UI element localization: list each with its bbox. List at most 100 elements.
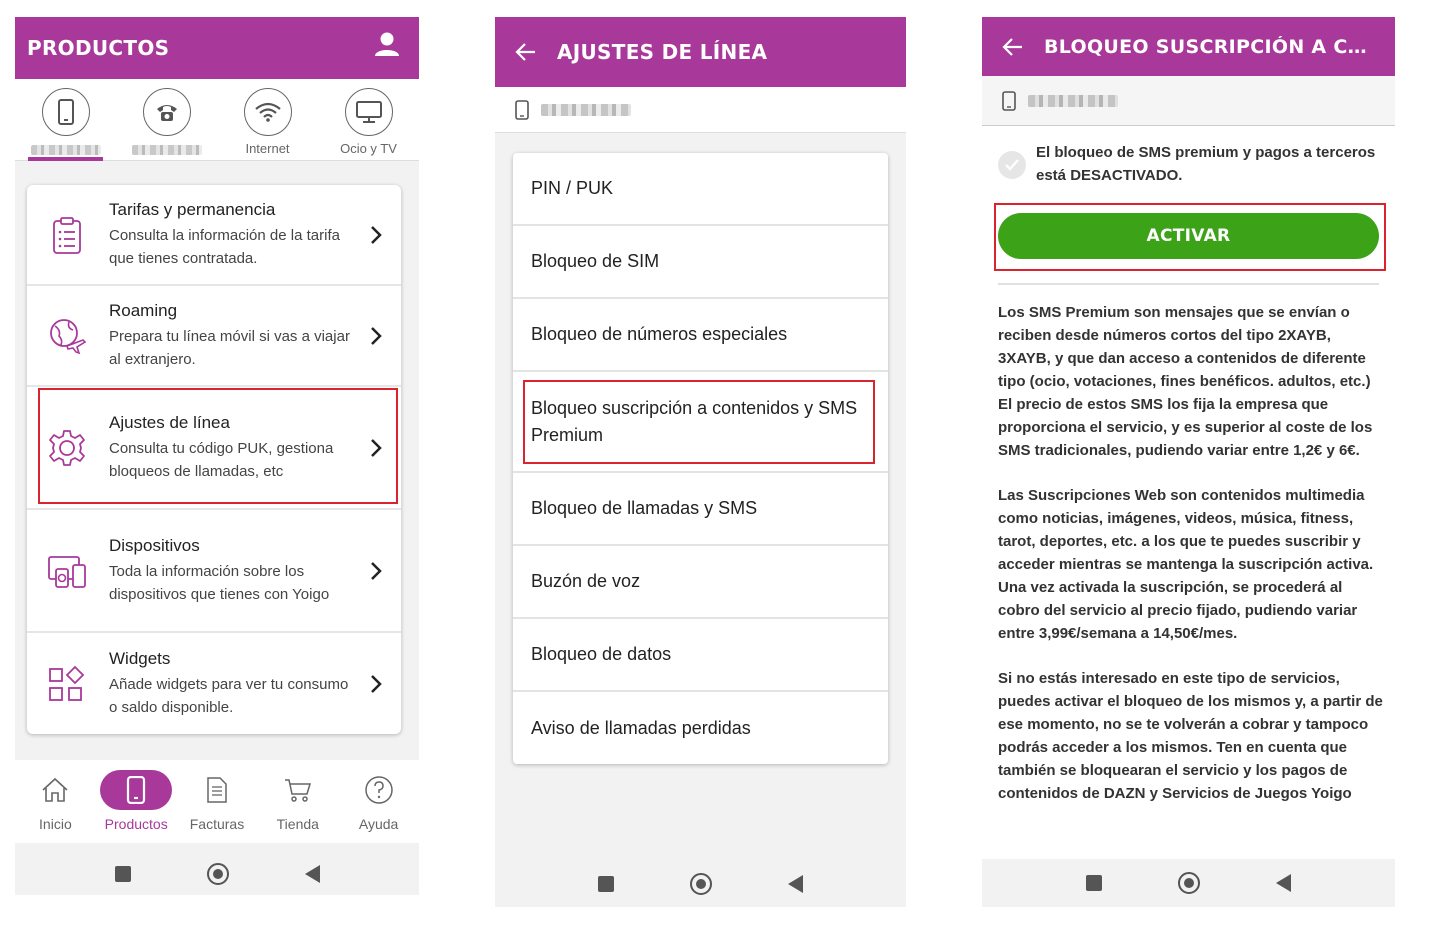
clipboard-icon: [53, 216, 81, 254]
app-bar: PRODUCTOS: [15, 17, 419, 79]
mobile-icon: [127, 776, 146, 804]
menu-item-tarifas[interactable]: Tarifas y permanencia Consulta la inform…: [27, 185, 401, 286]
home-button-icon[interactable]: [206, 863, 229, 885]
app-bar: AJUSTES DE LÍNEA: [495, 17, 906, 87]
phone-icon: [156, 105, 177, 121]
menu-item-pin-puk[interactable]: PIN / PUK: [513, 153, 888, 226]
menu-item-bloqueo-numeros-especiales[interactable]: Bloqueo de números especiales: [513, 299, 888, 372]
user-icon[interactable]: [373, 30, 401, 58]
chevron-right-icon: [371, 561, 382, 580]
gear-icon: [49, 429, 85, 466]
menu-item-bloqueo-suscripcion[interactable]: Bloqueo suscripción a contenidos y SMS P…: [513, 372, 888, 473]
products-menu: Tarifas y permanencia Consulta la inform…: [27, 185, 401, 734]
invoice-icon: [207, 777, 227, 803]
item-title: Widgets: [109, 648, 171, 668]
divider: [998, 283, 1379, 285]
redacted-number: [1028, 94, 1118, 107]
menu-item-aviso-llamadas[interactable]: Aviso de llamadas perdidas: [513, 692, 888, 764]
mobile-icon: [1002, 90, 1016, 111]
monitor-icon: [355, 101, 382, 123]
nav-label: Facturas: [189, 816, 245, 832]
nav-label: Tienda: [276, 816, 319, 832]
item-description: Toda la información sobre los dispositiv…: [109, 562, 330, 603]
home-button-icon[interactable]: [690, 873, 712, 895]
item-title: Roaming: [109, 300, 178, 320]
productos-screen: PRODUCTOS Internet Ocio y TV Tarifas y p…: [15, 17, 419, 895]
status-text: El bloqueo de SMS premium y pagos a terc…: [1036, 144, 1376, 184]
chevron-right-icon: [371, 674, 382, 693]
home-button-icon[interactable]: [1178, 872, 1200, 894]
item-description: Prepara tu línea móvil si vas a viajar a…: [109, 327, 350, 368]
page-title: PRODUCTOS: [27, 36, 170, 60]
back-arrow-icon[interactable]: [515, 41, 537, 63]
tab-ocio-tv[interactable]: Ocio y TV: [318, 79, 419, 160]
check-icon: [998, 151, 1026, 179]
android-system-bar: [495, 873, 906, 895]
nav-inicio[interactable]: Inicio: [15, 760, 96, 843]
nav-productos[interactable]: Productos: [96, 760, 177, 843]
item-description: Añade widgets para ver tu consumo o sald…: [109, 675, 349, 716]
chevron-right-icon: [371, 438, 382, 457]
line-selector: [495, 87, 906, 133]
active-tab-indicator: [28, 157, 103, 161]
back-triangle-icon[interactable]: [1276, 874, 1291, 892]
item-title: Tarifas y permanencia: [109, 199, 276, 219]
menu-item-bloqueo-datos[interactable]: Bloqueo de datos: [513, 619, 888, 692]
devices-icon: [48, 555, 86, 588]
tab-label: Ocio y TV: [340, 141, 397, 156]
nav-label: Productos: [104, 816, 168, 832]
help-icon: [364, 776, 393, 804]
android-system-bar: [982, 872, 1395, 894]
tab-label: Internet: [245, 141, 290, 156]
info-paragraph: Si no estás interesado en este tipo de s…: [998, 670, 1383, 802]
menu-item-ajustes-linea[interactable]: Ajustes de línea Consulta tu código PUK,…: [27, 387, 401, 510]
tab-landline[interactable]: [116, 79, 217, 160]
info-paragraph: Los SMS Premium son mensajes que se enví…: [998, 304, 1373, 459]
home-icon: [42, 777, 68, 802]
android-system-bar: [15, 863, 419, 885]
product-tabs: Internet Ocio y TV: [15, 79, 419, 161]
menu-item-buzon-voz[interactable]: Buzón de voz: [513, 546, 888, 619]
mobile-icon: [515, 99, 529, 120]
redacted-number: [131, 145, 202, 155]
nav-label: Ayuda: [358, 816, 399, 832]
menu-item-dispositivos[interactable]: Dispositivos Toda la información sobre l…: [27, 510, 401, 633]
menu-item-bloqueo-sim[interactable]: Bloqueo de SIM: [513, 226, 888, 299]
item-description: Consulta la información de la tarifa que…: [109, 226, 340, 267]
redacted-number: [541, 103, 631, 116]
back-triangle-icon[interactable]: [304, 865, 320, 883]
menu-item-bloqueo-llamadas-sms[interactable]: Bloqueo de llamadas y SMS: [513, 473, 888, 546]
system-bar-area: [982, 859, 1395, 907]
chevron-right-icon: [371, 225, 382, 244]
nav-facturas[interactable]: Facturas: [177, 760, 258, 843]
info-text: Los SMS Premium son mensajes que se enví…: [998, 301, 1383, 827]
back-triangle-icon[interactable]: [788, 875, 803, 893]
ajustes-linea-screen: AJUSTES DE LÍNEA PIN / PUK Bloqueo de SI…: [495, 17, 906, 907]
page-title: AJUSTES DE LÍNEA: [557, 40, 768, 64]
menu-item-roaming[interactable]: Roaming Prepara tu línea móvil si vas a …: [27, 286, 401, 387]
menu-item-widgets[interactable]: Widgets Añade widgets para ver tu consum…: [27, 633, 401, 734]
info-paragraph: Las Suscripciones Web son contenidos mul…: [998, 487, 1374, 642]
tab-internet[interactable]: Internet: [217, 79, 318, 160]
bottom-navigation: Inicio Productos Facturas Tienda Ayuda: [15, 760, 419, 843]
app-bar: BLOQUEO SUSCRIPCIÓN A CONTE...: [982, 17, 1395, 76]
chevron-right-icon: [371, 326, 382, 345]
recents-icon[interactable]: [114, 866, 131, 882]
recents-icon[interactable]: [1086, 875, 1102, 891]
bloqueo-suscripcion-screen: BLOQUEO SUSCRIPCIÓN A CONTE... El bloque…: [982, 17, 1395, 907]
cart-icon: [284, 779, 311, 802]
item-title: Ajustes de línea: [109, 412, 230, 432]
recents-icon[interactable]: [598, 876, 614, 892]
tab-mobile[interactable]: [15, 79, 116, 161]
line-settings-menu: PIN / PUK Bloqueo de SIM Bloqueo de núme…: [513, 153, 888, 764]
back-arrow-icon[interactable]: [1002, 36, 1024, 58]
nav-ayuda[interactable]: Ayuda: [338, 760, 419, 843]
globe-plane-icon: [50, 318, 87, 354]
nav-tienda[interactable]: Tienda: [257, 760, 338, 843]
nav-label: Inicio: [39, 816, 72, 832]
mobile-icon: [57, 99, 74, 125]
widgets-icon: [49, 665, 85, 701]
activar-button[interactable]: ACTIVAR: [998, 213, 1379, 259]
wifi-icon: [254, 102, 281, 122]
item-description: Consulta tu código PUK, gestiona bloqueo…: [109, 439, 334, 480]
